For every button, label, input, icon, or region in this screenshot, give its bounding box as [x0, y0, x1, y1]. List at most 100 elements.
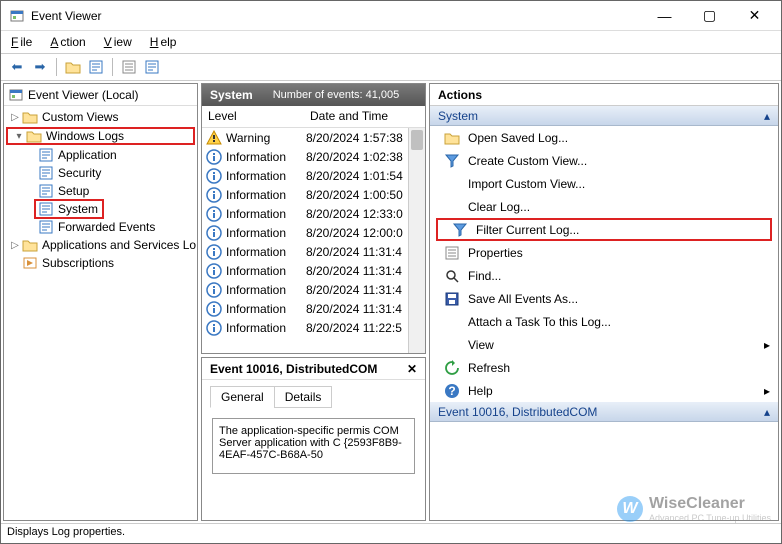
event-row[interactable]: Information8/20/2024 11:31:4 — [202, 299, 425, 318]
tree-subscriptions[interactable]: Subscriptions — [4, 254, 197, 272]
action-label: Create Custom View... — [468, 154, 587, 168]
maximize-button[interactable]: ▢ — [687, 2, 732, 30]
tree-setup[interactable]: Setup — [4, 182, 197, 200]
minimize-button[interactable]: — — [642, 2, 687, 30]
event-level: Information — [226, 169, 286, 183]
event-datetime: 8/20/2024 11:31:4 — [302, 245, 425, 259]
event-level: Information — [226, 283, 286, 297]
tree-application[interactable]: Application — [4, 146, 197, 164]
toolbar-btn-4[interactable] — [142, 57, 162, 77]
event-row[interactable]: Information8/20/2024 12:00:0 — [202, 223, 425, 242]
detail-title: Event 10016, DistributedCOM — [210, 362, 377, 376]
detail-tabs: General Details — [202, 380, 425, 408]
action-help[interactable]: Help ▸ — [430, 379, 778, 402]
event-level: Information — [226, 150, 286, 164]
event-datetime: 8/20/2024 1:00:50 — [302, 188, 425, 202]
action-properties[interactable]: Properties — [430, 241, 778, 264]
event-row[interactable]: Warning8/20/2024 1:57:38 — [202, 128, 425, 147]
toolbar-btn-1[interactable] — [63, 57, 83, 77]
refresh-icon — [444, 360, 460, 376]
close-detail-button[interactable]: ✕ — [407, 362, 417, 376]
info-icon — [206, 244, 222, 260]
folder-icon — [444, 130, 460, 146]
event-row[interactable]: Information8/20/2024 1:00:50 — [202, 185, 425, 204]
tab-details[interactable]: Details — [274, 386, 333, 408]
log-icon — [38, 165, 54, 181]
col-level[interactable]: Level — [202, 106, 304, 127]
event-row[interactable]: Information8/20/2024 11:31:4 — [202, 261, 425, 280]
tree-label: Applications and Services Lo — [42, 238, 196, 252]
info-icon — [206, 168, 222, 184]
event-datetime: 8/20/2024 1:01:54 — [302, 169, 425, 183]
action-refresh[interactable]: Refresh — [430, 356, 778, 379]
tree-apps-services[interactable]: ▷ Applications and Services Lo — [4, 236, 197, 254]
event-row[interactable]: Information8/20/2024 11:31:4 — [202, 280, 425, 299]
warn-icon — [206, 130, 222, 146]
collapse-icon[interactable]: ▴ — [764, 405, 770, 419]
event-row[interactable]: Information8/20/2024 1:02:38 — [202, 147, 425, 166]
event-datetime: 8/20/2024 12:33:0 — [302, 207, 425, 221]
scrollbar[interactable] — [408, 128, 425, 353]
menu-file[interactable]: File — [7, 33, 34, 51]
action-filter-current-log[interactable]: Filter Current Log... — [436, 218, 772, 241]
log-icon — [38, 183, 54, 199]
actions-section-system[interactable]: System ▴ — [430, 106, 778, 126]
collapse-icon[interactable]: ▾ — [12, 131, 26, 142]
action-clear-log[interactable]: Clear Log... — [430, 195, 778, 218]
action-create-custom-view[interactable]: Create Custom View... — [430, 149, 778, 172]
info-icon — [206, 225, 222, 241]
actions-section-event[interactable]: Event 10016, DistributedCOM ▴ — [430, 402, 778, 422]
log-icon — [38, 219, 54, 235]
action-label: Save All Events As... — [468, 292, 578, 306]
event-row[interactable]: Information 8/20/2024 1:01:54 — [202, 166, 425, 185]
event-level: Information — [226, 245, 286, 259]
menu-action[interactable]: Action — [46, 33, 87, 51]
menu-view[interactable]: View — [100, 33, 134, 51]
action-attach-task[interactable]: Attach a Task To this Log... — [430, 310, 778, 333]
help-icon — [444, 383, 460, 399]
app-icon — [9, 8, 25, 24]
action-label: Find... — [468, 269, 501, 283]
action-import-custom-view[interactable]: Import Custom View... — [430, 172, 778, 195]
event-row[interactable]: Information8/20/2024 11:22:5 — [202, 318, 425, 337]
toolbar-btn-3[interactable] — [119, 57, 139, 77]
expand-icon[interactable]: ▷ — [8, 240, 22, 251]
tree-root-label: Event Viewer (Local) — [28, 88, 139, 102]
event-row[interactable]: Information 8/20/2024 11:31:4 — [202, 242, 425, 261]
action-save-all-events[interactable]: Save All Events As... — [430, 287, 778, 310]
close-button[interactable]: ✕ — [732, 2, 777, 30]
action-find[interactable]: Find... — [430, 264, 778, 287]
collapse-icon[interactable]: ▴ — [764, 109, 770, 123]
tree-custom-views[interactable]: ▷ Custom Views — [4, 108, 197, 126]
toolbar-btn-2[interactable] — [86, 57, 106, 77]
find-icon — [444, 268, 460, 284]
event-row[interactable]: Information8/20/2024 12:33:0 — [202, 204, 425, 223]
forward-button[interactable]: ➡ — [30, 57, 50, 77]
titlebar: Event Viewer — ▢ ✕ — [1, 1, 781, 31]
action-open-saved-log[interactable]: Open Saved Log... — [430, 126, 778, 149]
chevron-right-icon: ▸ — [764, 384, 770, 398]
back-button[interactable]: ⬅ — [7, 57, 27, 77]
properties-icon — [444, 245, 460, 261]
folder-icon — [22, 109, 38, 125]
menu-help[interactable]: Help — [146, 33, 179, 51]
event-list[interactable]: Warning8/20/2024 1:57:38Information8/20/… — [202, 128, 425, 353]
col-datetime[interactable]: Date and Time — [304, 106, 425, 127]
actions-pane: Actions System ▴ Open Saved Log... Creat… — [429, 83, 779, 521]
funnel-icon — [452, 222, 468, 238]
event-datetime: 8/20/2024 12:00:0 — [302, 226, 425, 240]
expand-icon[interactable]: ▷ — [8, 112, 22, 123]
tab-general[interactable]: General — [210, 386, 275, 408]
action-label: Open Saved Log... — [468, 131, 568, 145]
tree-forwarded[interactable]: Forwarded Events — [4, 218, 197, 236]
tree-system[interactable]: System — [4, 200, 197, 218]
event-count: Number of events: 41,005 — [261, 89, 400, 101]
action-view[interactable]: View ▸ — [430, 333, 778, 356]
center-pane: System Number of events: 41,005 Level Da… — [201, 83, 426, 521]
tree-label: Setup — [58, 184, 89, 198]
info-icon — [206, 320, 222, 336]
tree-root[interactable]: Event Viewer (Local) — [4, 84, 197, 106]
tree-security[interactable]: Security — [4, 164, 197, 182]
scrollbar-thumb[interactable] — [411, 130, 423, 150]
tree-windows-logs[interactable]: ▾ Windows Logs — [6, 127, 195, 145]
